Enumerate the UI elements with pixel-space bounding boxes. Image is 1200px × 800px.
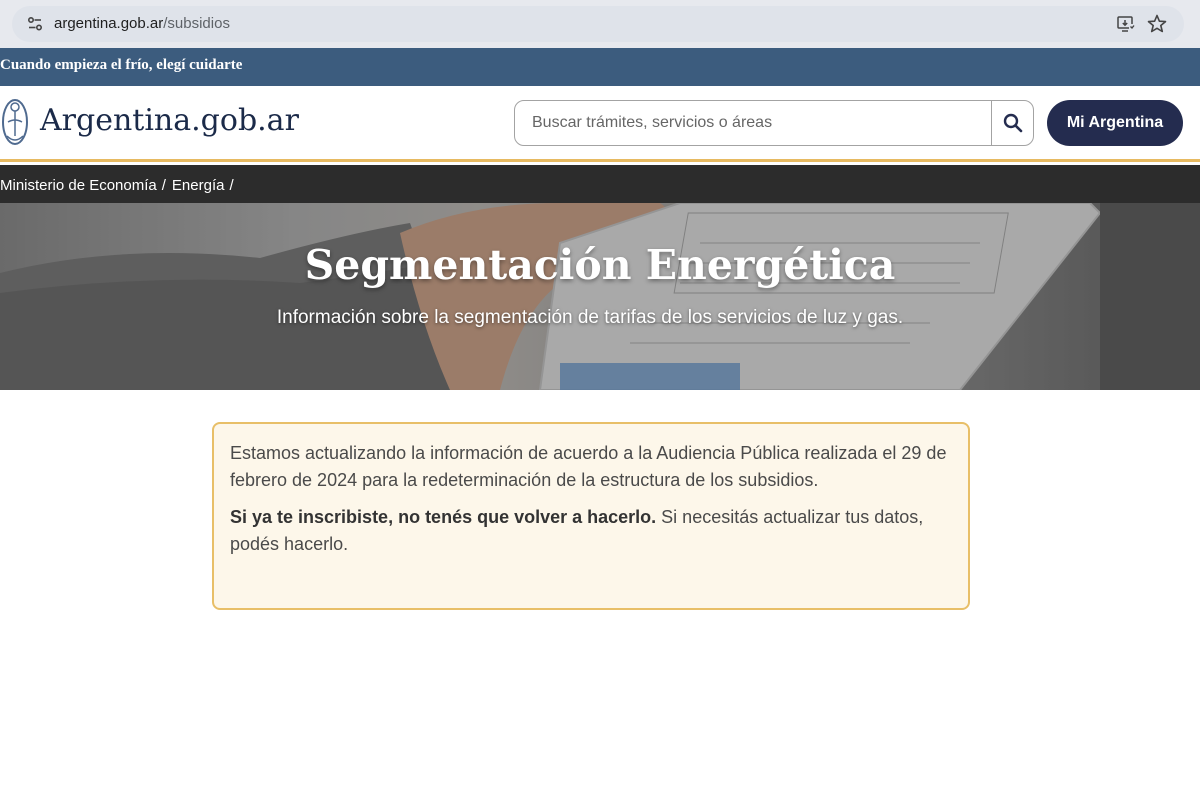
breadcrumb-item-energia[interactable]: Energía — [172, 177, 225, 194]
install-app-icon[interactable] — [1116, 14, 1136, 34]
site-header: Argentina.gob.ar Mi Argentina — [0, 86, 1200, 162]
mi-argentina-button[interactable]: Mi Argentina — [1047, 100, 1183, 146]
url-domain: argentina.gob.ar — [54, 15, 164, 32]
top-banner-text[interactable]: Cuando empieza el frío, elegí cuidarte — [0, 57, 242, 74]
notice-bold-text: Si ya te inscribiste, no tenés que volve… — [230, 507, 657, 527]
search-box — [514, 100, 1034, 146]
top-banner: Cuando empieza el frío, elegí cuidarte — [0, 48, 1200, 86]
notice-paragraph-1: Estamos actualizando la información de a… — [230, 443, 947, 490]
site-info-icon[interactable] — [26, 15, 44, 33]
hero-banner: Segmentación Energética Información sobr… — [0, 203, 1200, 390]
argentina-emblem-icon[interactable] — [0, 96, 30, 148]
search-button[interactable] — [991, 101, 1033, 145]
info-notice: Estamos actualizando la información de a… — [212, 422, 970, 610]
breadcrumb-item-ministerio[interactable]: Ministerio de Economía — [0, 177, 157, 194]
notice-paragraph-2: Si ya te inscribiste, no tenés que volve… — [230, 504, 952, 558]
search-input[interactable] — [515, 101, 991, 145]
breadcrumb-separator: / — [161, 177, 166, 194]
site-logo-text[interactable]: Argentina.gob.ar — [40, 103, 299, 138]
address-bar[interactable]: argentina.gob.ar/subsidios — [12, 6, 1184, 42]
star-icon[interactable] — [1146, 13, 1168, 35]
url-path: /subsidios — [163, 15, 230, 32]
breadcrumb: Ministerio de Economía / Energía / — [0, 165, 1200, 203]
url-text[interactable]: argentina.gob.ar/subsidios — [54, 15, 230, 32]
search-icon — [1003, 113, 1022, 133]
hero-overlay — [0, 203, 1200, 390]
page-subtitle: Información sobre la segmentación de tar… — [276, 307, 904, 328]
breadcrumb-separator: / — [229, 177, 234, 194]
browser-toolbar: argentina.gob.ar/subsidios — [0, 0, 1200, 48]
page-title: Segmentación Energética — [304, 241, 896, 289]
